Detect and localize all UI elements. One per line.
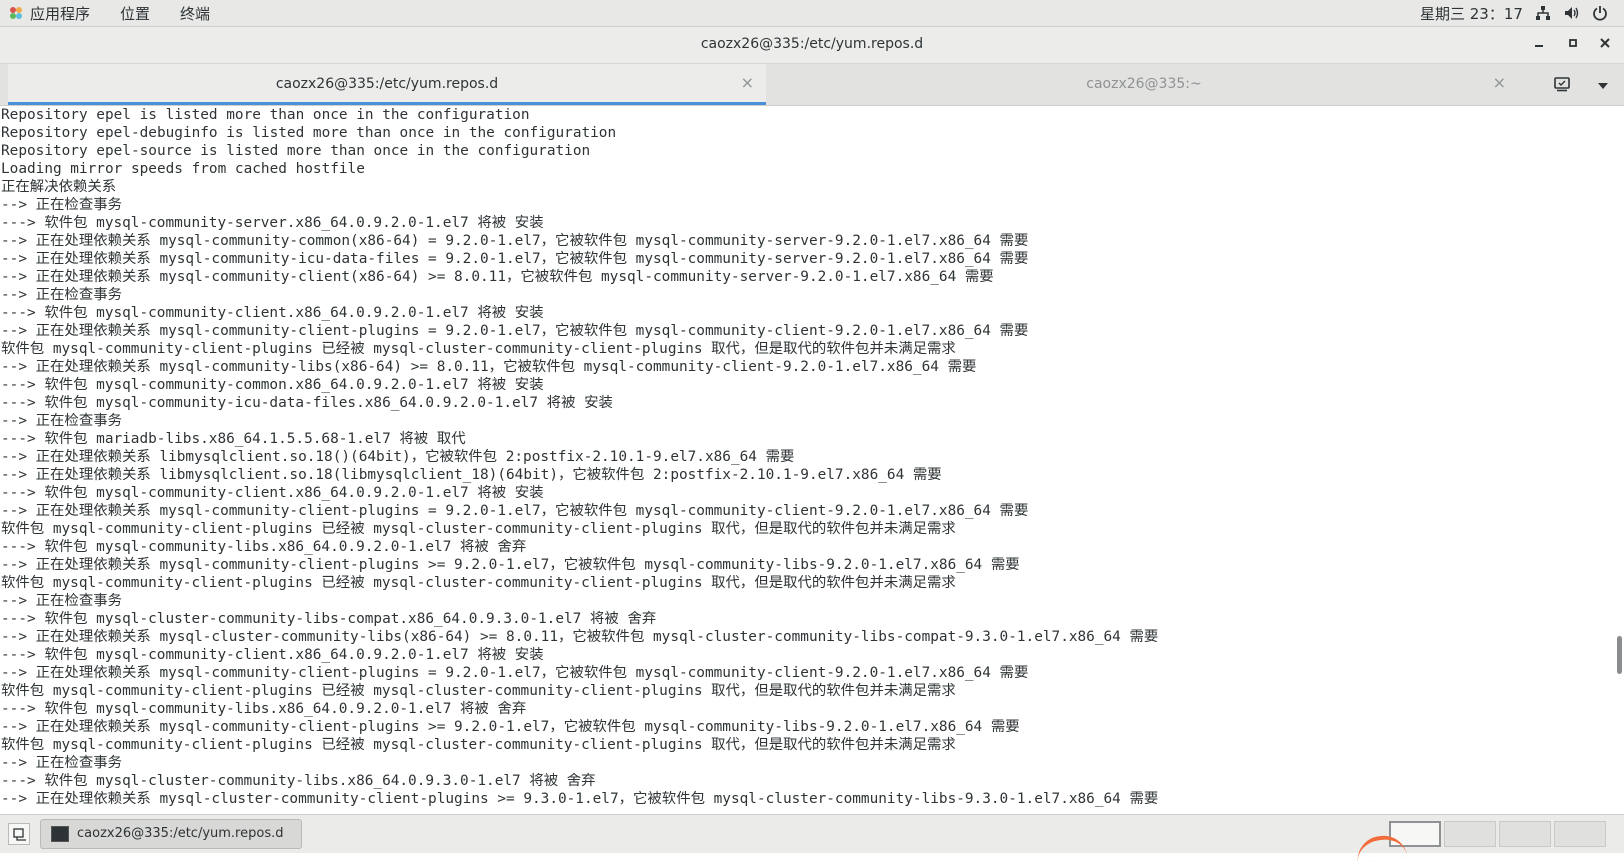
terminal-line: Repository epel-debuginfo is listed more… xyxy=(1,125,617,141)
scrollbar[interactable] xyxy=(1614,106,1624,814)
terminal-line: 软件包 mysql-community-client-plugins 已经被 m… xyxy=(1,341,956,357)
volume-icon[interactable] xyxy=(1563,4,1581,22)
clock[interactable]: 星期三 23：17 xyxy=(1420,3,1523,24)
workspace-3[interactable] xyxy=(1499,821,1551,847)
terminal-line: --> 正在处理依赖关系 mysql-community-client-plug… xyxy=(1,323,1029,339)
terminal-line: --> 正在处理依赖关系 mysql-community-common(x86-… xyxy=(1,233,1029,249)
terminal-line: --> 正在处理依赖关系 mysql-community-client-plug… xyxy=(1,503,1029,519)
power-icon[interactable] xyxy=(1591,4,1609,22)
menu-applications[interactable]: 应用程序 xyxy=(30,3,90,24)
terminal-line: Loading mirror speeds from cached hostfi… xyxy=(1,161,365,177)
terminal-line: 正在解决依赖关系 xyxy=(1,179,117,195)
taskbar-window-terminal[interactable]: caozx26@335:/etc/yum.repos.d xyxy=(40,819,302,849)
tab-bar: caozx26@335:/etc/yum.repos.d × caozx26@3… xyxy=(0,64,1624,106)
terminal-line: --> 正在处理依赖关系 mysql-cluster-community-cli… xyxy=(1,791,1159,807)
terminal-line: ---> 软件包 mysql-community-client.x86_64.0… xyxy=(1,305,544,321)
window-title: caozx26@335:/etc/yum.repos.d xyxy=(700,36,924,52)
scrollbar-thumb[interactable] xyxy=(1617,636,1622,674)
terminal-line: 软件包 mysql-community-client-plugins 已经被 m… xyxy=(1,683,956,699)
tab-close-icon[interactable]: × xyxy=(1493,73,1506,92)
terminal-line: --> 正在处理依赖关系 libmysqlclient.so.18()(64bi… xyxy=(1,449,795,465)
terminal-line: --> 正在处理依赖关系 libmysqlclient.so.18(libmys… xyxy=(1,467,942,483)
terminal-line: 软件包 mysql-community-client-plugins 已经被 m… xyxy=(1,521,956,537)
terminal-line: 软件包 mysql-community-client-plugins 已经被 m… xyxy=(1,575,956,591)
terminal-line: --> 正在检查事务 xyxy=(1,287,122,303)
terminal-line: Repository epel is listed more than once… xyxy=(1,107,530,123)
terminal-line: Repository epel-source is listed more th… xyxy=(1,143,591,159)
terminal-line: ---> 软件包 mariadb-libs.x86_64.1.5.5.68-1.… xyxy=(1,431,466,447)
terminal-line: --> 正在检查事务 xyxy=(1,755,122,771)
terminal-line: ---> 软件包 mysql-community-client.x86_64.0… xyxy=(1,485,544,501)
terminal-line: ---> 软件包 mysql-community-libs.x86_64.0.9… xyxy=(1,539,527,555)
tab-yum-repos[interactable]: caozx26@335:/etc/yum.repos.d × xyxy=(8,64,766,105)
terminal-line: ---> 软件包 mysql-community-libs.x86_64.0.9… xyxy=(1,701,527,717)
show-desktop-icon[interactable] xyxy=(8,823,30,845)
terminal-line: --> 正在处理依赖关系 mysql-cluster-community-lib… xyxy=(1,629,1159,645)
terminal-line: --> 正在检查事务 xyxy=(1,593,122,609)
tab-home[interactable]: caozx26@335:~ × xyxy=(770,64,1518,105)
minimize-button[interactable] xyxy=(1529,35,1549,55)
new-tab-icon[interactable] xyxy=(1553,75,1573,95)
workspace-2[interactable] xyxy=(1444,821,1496,847)
terminal-output[interactable]: Repository epel is listed more than once… xyxy=(0,106,1614,814)
terminal-line: --> 正在检查事务 xyxy=(1,413,122,429)
tab-close-icon[interactable]: × xyxy=(741,73,754,92)
terminal-line: --> 正在处理依赖关系 mysql-community-client-plug… xyxy=(1,719,1020,735)
menu-places[interactable]: 位置 xyxy=(120,3,150,24)
terminal-line: --> 正在检查事务 xyxy=(1,197,122,213)
menu-terminal[interactable]: 终端 xyxy=(180,3,210,24)
terminal-line: --> 正在处理依赖关系 mysql-community-client-plug… xyxy=(1,665,1029,681)
terminal-line: ---> 软件包 mysql-community-server.x86_64.0… xyxy=(1,215,544,231)
tab-label: caozx26@335:/etc/yum.repos.d xyxy=(275,76,499,92)
terminal-icon xyxy=(51,826,69,842)
terminal-line: ---> 软件包 mysql-community-icu-data-files.… xyxy=(1,395,613,411)
top-panel: 应用程序 位置 终端 星期三 23：17 xyxy=(0,0,1624,27)
tab-label: caozx26@335:~ xyxy=(1086,76,1202,92)
close-button[interactable] xyxy=(1595,35,1615,55)
window-titlebar[interactable]: caozx26@335:/etc/yum.repos.d xyxy=(0,27,1624,64)
terminal-line: 软件包 mysql-community-client-plugins 已经被 m… xyxy=(1,737,956,753)
maximize-button[interactable] xyxy=(1563,35,1583,55)
terminal-line: ---> 软件包 mysql-cluster-community-libs-co… xyxy=(1,611,657,627)
chevron-down-icon[interactable] xyxy=(1596,78,1610,92)
terminal-line: --> 正在处理依赖关系 mysql-community-client(x86-… xyxy=(1,269,994,285)
workspace-4[interactable] xyxy=(1554,821,1606,847)
terminal-line: ---> 软件包 mysql-community-client.x86_64.0… xyxy=(1,647,544,663)
terminal-line: ---> 软件包 mysql-cluster-community-libs.x8… xyxy=(1,773,596,789)
network-icon[interactable] xyxy=(1534,4,1552,22)
apps-icon[interactable] xyxy=(8,5,24,21)
terminal-line: --> 正在处理依赖关系 mysql-community-libs(x86-64… xyxy=(1,359,977,375)
taskbar-window-label: caozx26@335:/etc/yum.repos.d xyxy=(77,826,284,841)
terminal-line: --> 正在处理依赖关系 mysql-community-client-plug… xyxy=(1,557,1020,573)
terminal-line: --> 正在处理依赖关系 mysql-community-icu-data-fi… xyxy=(1,251,1029,267)
terminal-line: ---> 软件包 mysql-community-common.x86_64.0… xyxy=(1,377,544,393)
